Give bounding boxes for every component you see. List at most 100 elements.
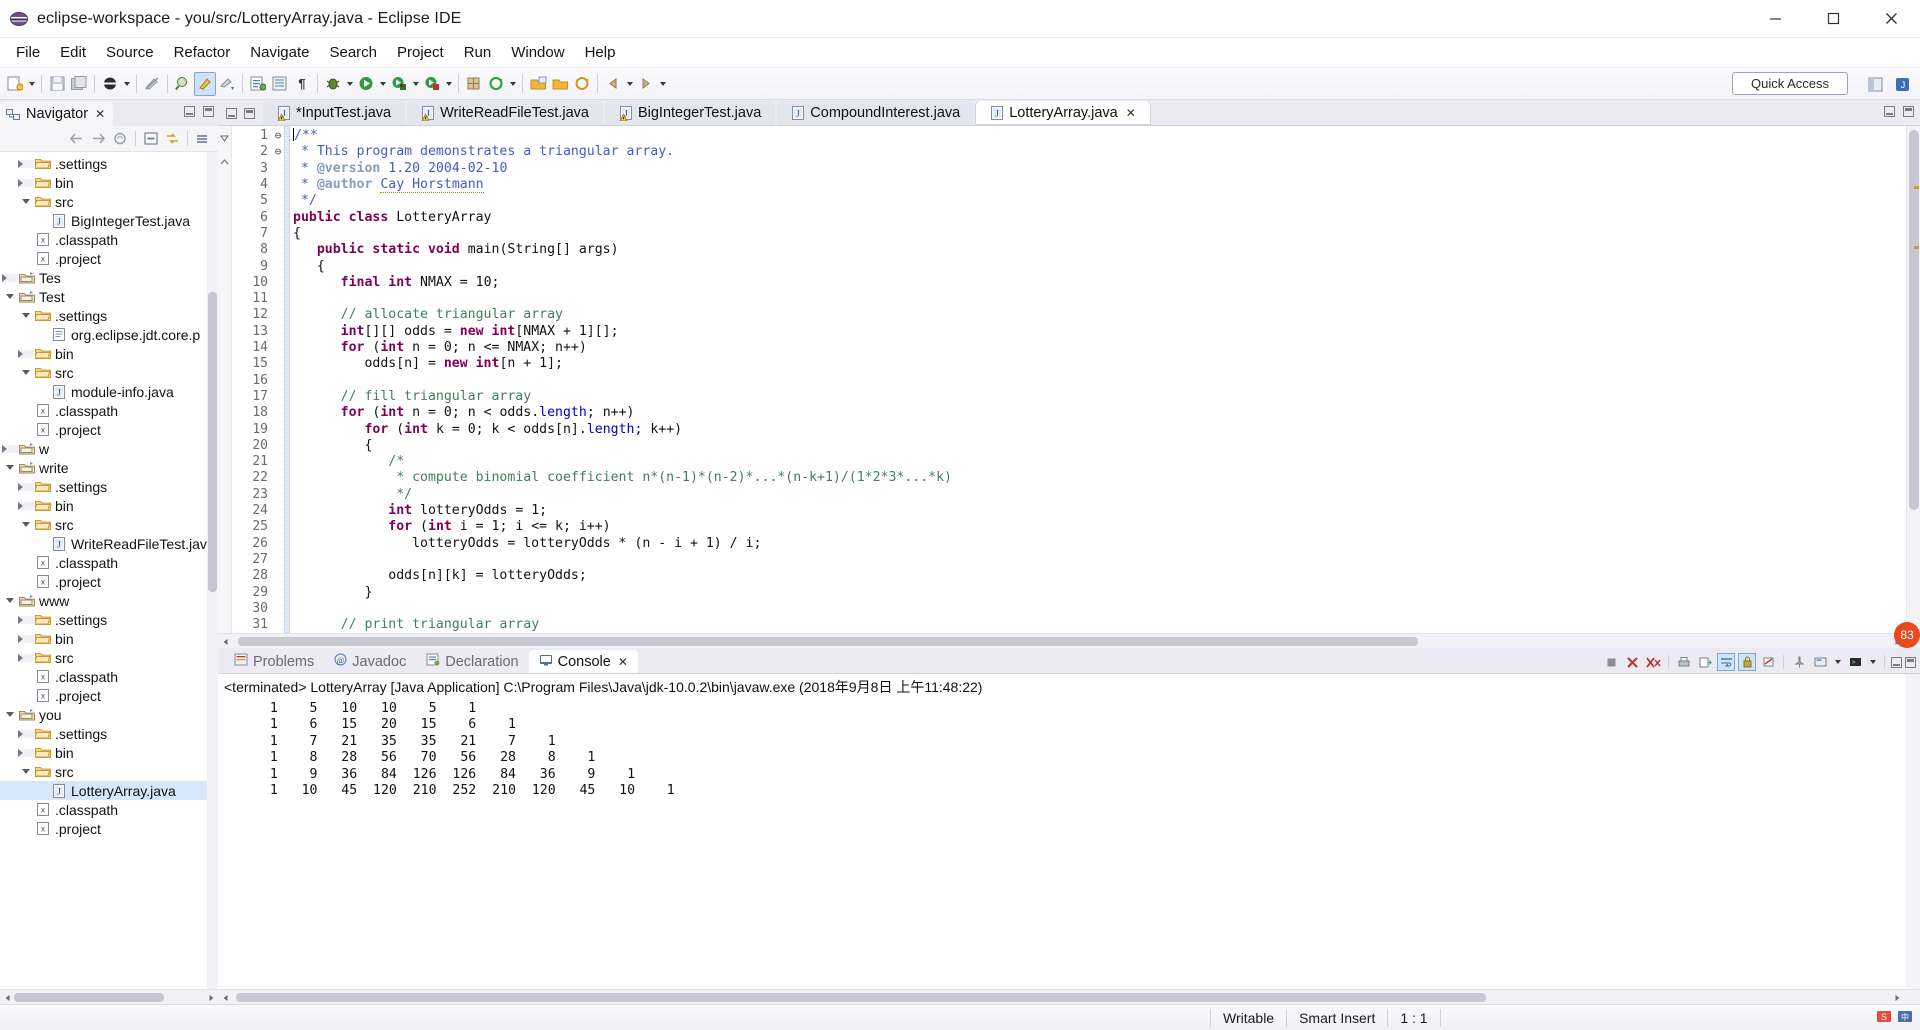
tree-item-bigintegertest-java[interactable]: J BigIntegerTest.java: [0, 211, 218, 230]
bottom-tab-console[interactable]: Console ✕: [528, 650, 638, 673]
menu-run[interactable]: Run: [454, 41, 502, 64]
minimize-icon[interactable]: [226, 108, 237, 120]
chevron-right-icon[interactable]: [18, 501, 34, 510]
collapse-marker-icon[interactable]: [220, 130, 229, 148]
save-icon[interactable]: [46, 72, 68, 96]
code-line[interactable]: }: [293, 585, 1906, 601]
menu-source[interactable]: Source: [96, 41, 164, 64]
fold-column[interactable]: ⊖ ⊖: [272, 126, 284, 634]
scroll-lock-icon[interactable]: [1738, 653, 1756, 671]
open-project-icon[interactable]: [549, 72, 571, 96]
tree-item-classpath[interactable]: x .classpath: [0, 401, 218, 420]
console-body[interactable]: <terminated> LotteryArray [Java Applicat…: [218, 673, 1920, 989]
home-icon[interactable]: [111, 129, 130, 148]
forward-dropdown[interactable]: [657, 72, 668, 96]
tree-item-src[interactable]: src: [0, 515, 218, 534]
code-line[interactable]: // allocate triangular array: [293, 307, 1906, 323]
close-icon[interactable]: ✕: [95, 107, 105, 121]
code-line[interactable]: // fill triangular array: [293, 389, 1906, 405]
notification-icon[interactable]: S: [1876, 1009, 1893, 1027]
navigator-vscrollbar[interactable]: [207, 152, 218, 989]
code-line[interactable]: {: [293, 226, 1906, 242]
new-wizard-icon[interactable]: [4, 72, 26, 96]
console-vscrollbar[interactable]: [1906, 674, 1920, 989]
code-line[interactable]: int lotteryOdds = 1;: [293, 503, 1906, 519]
collapse-all-icon[interactable]: [141, 129, 160, 148]
tree-item-settings[interactable]: .settings: [0, 610, 218, 629]
menu-window[interactable]: Window: [501, 41, 574, 64]
menu-edit[interactable]: Edit: [50, 41, 96, 64]
bottom-tab-javadoc[interactable]: @ Javadoc: [324, 650, 416, 673]
scroll-right-icon[interactable]: [1891, 992, 1902, 1003]
forward-icon[interactable]: [635, 72, 657, 96]
tree-item-settings[interactable]: .settings: [0, 154, 218, 173]
debug-skip-icon[interactable]: [99, 72, 121, 96]
editor-tab-writereadfiletest-java[interactable]: J WriteReadFileTest.java: [407, 101, 603, 126]
chevron-right-icon[interactable]: [18, 349, 34, 358]
quick-access-input[interactable]: Quick Access: [1732, 72, 1848, 95]
fold-toggle-icon[interactable]: ⊖: [272, 144, 284, 160]
editor-tab--inputtest-java[interactable]: J *InputTest.java: [263, 101, 406, 126]
print-icon[interactable]: [1675, 653, 1693, 671]
minimize-icon[interactable]: [184, 106, 195, 117]
export-icon[interactable]: [1696, 653, 1714, 671]
maximize-icon[interactable]: [1905, 656, 1916, 668]
minimize-icon[interactable]: [1891, 656, 1902, 668]
chevron-down-icon[interactable]: [18, 313, 34, 318]
link-icon[interactable]: [571, 72, 593, 96]
chevron-right-icon[interactable]: [18, 159, 34, 168]
editor-tab-compoundinterest-java[interactable]: J CompoundInterest.java: [777, 101, 975, 126]
code-editor[interactable]: 1 2 3 4 5 6 7 8 9 10 11 12 13 14 15 16 17 18 19 20 21 22 23 24 2…: [218, 125, 1920, 648]
pilcrow-icon[interactable]: ¶: [291, 72, 313, 96]
chevron-down-icon[interactable]: [18, 522, 34, 527]
tree-item-org-eclipse-jdt-core-p[interactable]: org.eclipse.jdt.core.p: [0, 325, 218, 344]
tree-item-src[interactable]: src: [0, 762, 218, 781]
code-line[interactable]: for (int k = 0; k < odds[n].length; k++): [293, 422, 1906, 438]
code-line[interactable]: {: [293, 438, 1906, 454]
chevron-right-icon[interactable]: [2, 273, 18, 282]
tree-item-src[interactable]: src: [0, 192, 218, 211]
close-icon[interactable]: ✕: [1126, 106, 1136, 120]
code-line[interactable]: int[][] odds = new int[NMAX + 1][];: [293, 324, 1906, 340]
menu-navigate[interactable]: Navigate: [240, 41, 319, 64]
code-line[interactable]: * @author Cay Horstmann: [293, 177, 1906, 194]
tree-item-www[interactable]: www: [0, 591, 218, 610]
new-dropdown[interactable]: [26, 72, 37, 96]
code-line[interactable]: * This program demonstrates a triangular…: [293, 144, 1906, 160]
code-line[interactable]: public static void main(String[] args): [293, 242, 1906, 258]
pin-console-icon[interactable]: [1790, 653, 1808, 671]
close-icon[interactable]: ✕: [618, 655, 628, 669]
code-line[interactable]: odds[n] = new int[n + 1];: [293, 356, 1906, 372]
scroll-left-icon[interactable]: [220, 992, 231, 1003]
chevron-right-icon[interactable]: [18, 615, 34, 624]
open-type-icon[interactable]: [247, 72, 269, 96]
tree-item-classpath[interactable]: x .classpath: [0, 230, 218, 249]
chevron-down-icon[interactable]: [2, 465, 18, 470]
editor-hscrollbar[interactable]: [218, 633, 1920, 648]
minimize-icon[interactable]: [1884, 106, 1895, 117]
open-console-dropdown[interactable]: [1867, 653, 1878, 671]
code-line[interactable]: [293, 291, 1906, 307]
open-folder-icon[interactable]: [527, 72, 549, 96]
next-annotation-icon[interactable]: [216, 72, 238, 96]
code-line[interactable]: */: [293, 487, 1906, 503]
skip-dropdown[interactable]: [121, 72, 132, 96]
remove-all-terminated-icon[interactable]: [1644, 653, 1662, 671]
tree-item-lotteryarray-java[interactable]: J LotteryArray.java: [0, 781, 218, 800]
tree-item-project[interactable]: x .project: [0, 572, 218, 591]
editor-tab-lotteryarray-java[interactable]: J LotteryArray.java ✕: [976, 101, 1150, 126]
chevron-down-icon[interactable]: [18, 769, 34, 774]
maximize-icon[interactable]: [203, 106, 214, 117]
close-icon[interactable]: [1862, 0, 1920, 38]
view-menu-icon[interactable]: [193, 129, 212, 148]
chevron-right-icon[interactable]: [18, 482, 34, 491]
tree-item-classpath[interactable]: x .classpath: [0, 667, 218, 686]
scroll-right-icon[interactable]: [205, 992, 216, 1003]
tree-item-project[interactable]: x .project: [0, 420, 218, 439]
maximize-icon[interactable]: [1804, 0, 1862, 38]
refresh-icon[interactable]: [485, 72, 507, 96]
display-selected-console-icon[interactable]: [1811, 653, 1829, 671]
code-line[interactable]: * @version 1.20 2004-02-10: [293, 161, 1906, 177]
open-console-icon[interactable]: >: [1846, 653, 1864, 671]
tree-item-module-info-java[interactable]: Jmodule-info.java: [0, 382, 218, 401]
